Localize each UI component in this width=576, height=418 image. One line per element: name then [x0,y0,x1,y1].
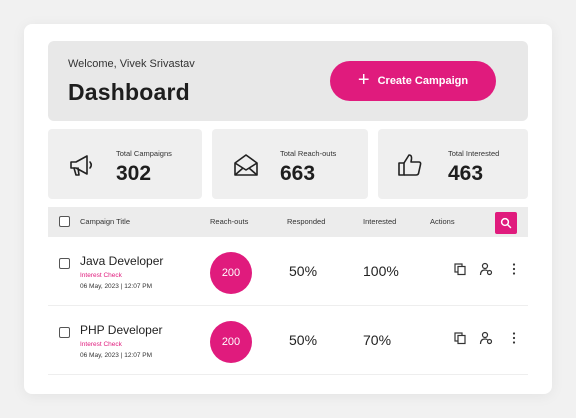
user-settings-icon[interactable] [479,262,493,276]
copy-icon[interactable] [453,262,467,276]
table-row[interactable]: Java Developer Interest Check 06 May, 20… [48,238,528,306]
campaign-date: 06 May, 2023 | 12:07 PM [80,352,153,359]
stat-total-interested: Total Interested 463 [378,129,528,199]
stat-label: Total Interested [448,149,500,158]
campaign-date: 06 May, 2023 | 12:07 PM [80,283,153,290]
welcome-text: Welcome, Vivek Srivastav [68,58,195,70]
thumbs-up-icon [398,154,422,176]
row-checkbox[interactable] [59,327,70,338]
more-options-icon[interactable] [507,262,521,276]
search-button[interactable] [495,212,517,234]
page-title: Dashboard [68,79,190,105]
create-campaign-label: Create Campaign [377,75,469,87]
plus-icon: + [357,69,370,91]
stat-value: 463 [448,162,484,185]
user-settings-icon[interactable] [479,331,493,345]
campaign-title: PHP Developer [80,323,163,337]
column-actions: Actions [430,217,455,226]
row-checkbox[interactable] [59,258,70,269]
column-responded: Responded [287,217,326,226]
dashboard-card: Welcome, Vivek Srivastav Dashboard + Cre… [24,24,552,394]
responded-value: 50% [289,263,318,279]
create-campaign-button[interactable]: + Create Campaign [330,61,496,101]
table-header: Campaign Title Reach-outs Responded Inte… [48,207,528,237]
campaign-title: Java Developer [80,254,164,268]
reachouts-badge: 200 [210,321,252,363]
copy-icon[interactable] [453,331,467,345]
stat-label: Total Campaigns [116,149,172,158]
stat-value: 302 [116,162,152,185]
select-all-checkbox[interactable] [59,216,70,227]
more-options-icon[interactable] [507,331,521,345]
campaign-tag: Interest Check [80,272,122,279]
table-row[interactable]: PHP Developer Interest Check 06 May, 202… [48,307,528,375]
search-icon [500,217,512,229]
reachouts-badge: 200 [210,252,252,294]
responded-value: 50% [289,332,318,348]
dashboard-header: Welcome, Vivek Srivastav Dashboard + Cre… [48,41,528,121]
column-reachouts: Reach-outs [210,217,249,226]
stat-total-reachouts: Total Reach-outs 663 [212,129,368,199]
interested-value: 100% [363,263,399,279]
megaphone-icon [70,155,93,176]
envelope-icon [234,154,258,176]
interested-value: 70% [363,332,392,348]
stat-label: Total Reach-outs [280,149,337,158]
stat-value: 663 [280,162,316,185]
column-campaign-title: Campaign Title [80,217,131,226]
stat-total-campaigns: Total Campaigns 302 [48,129,202,199]
campaign-tag: Interest Check [80,341,122,348]
column-interested: Interested [363,217,397,226]
